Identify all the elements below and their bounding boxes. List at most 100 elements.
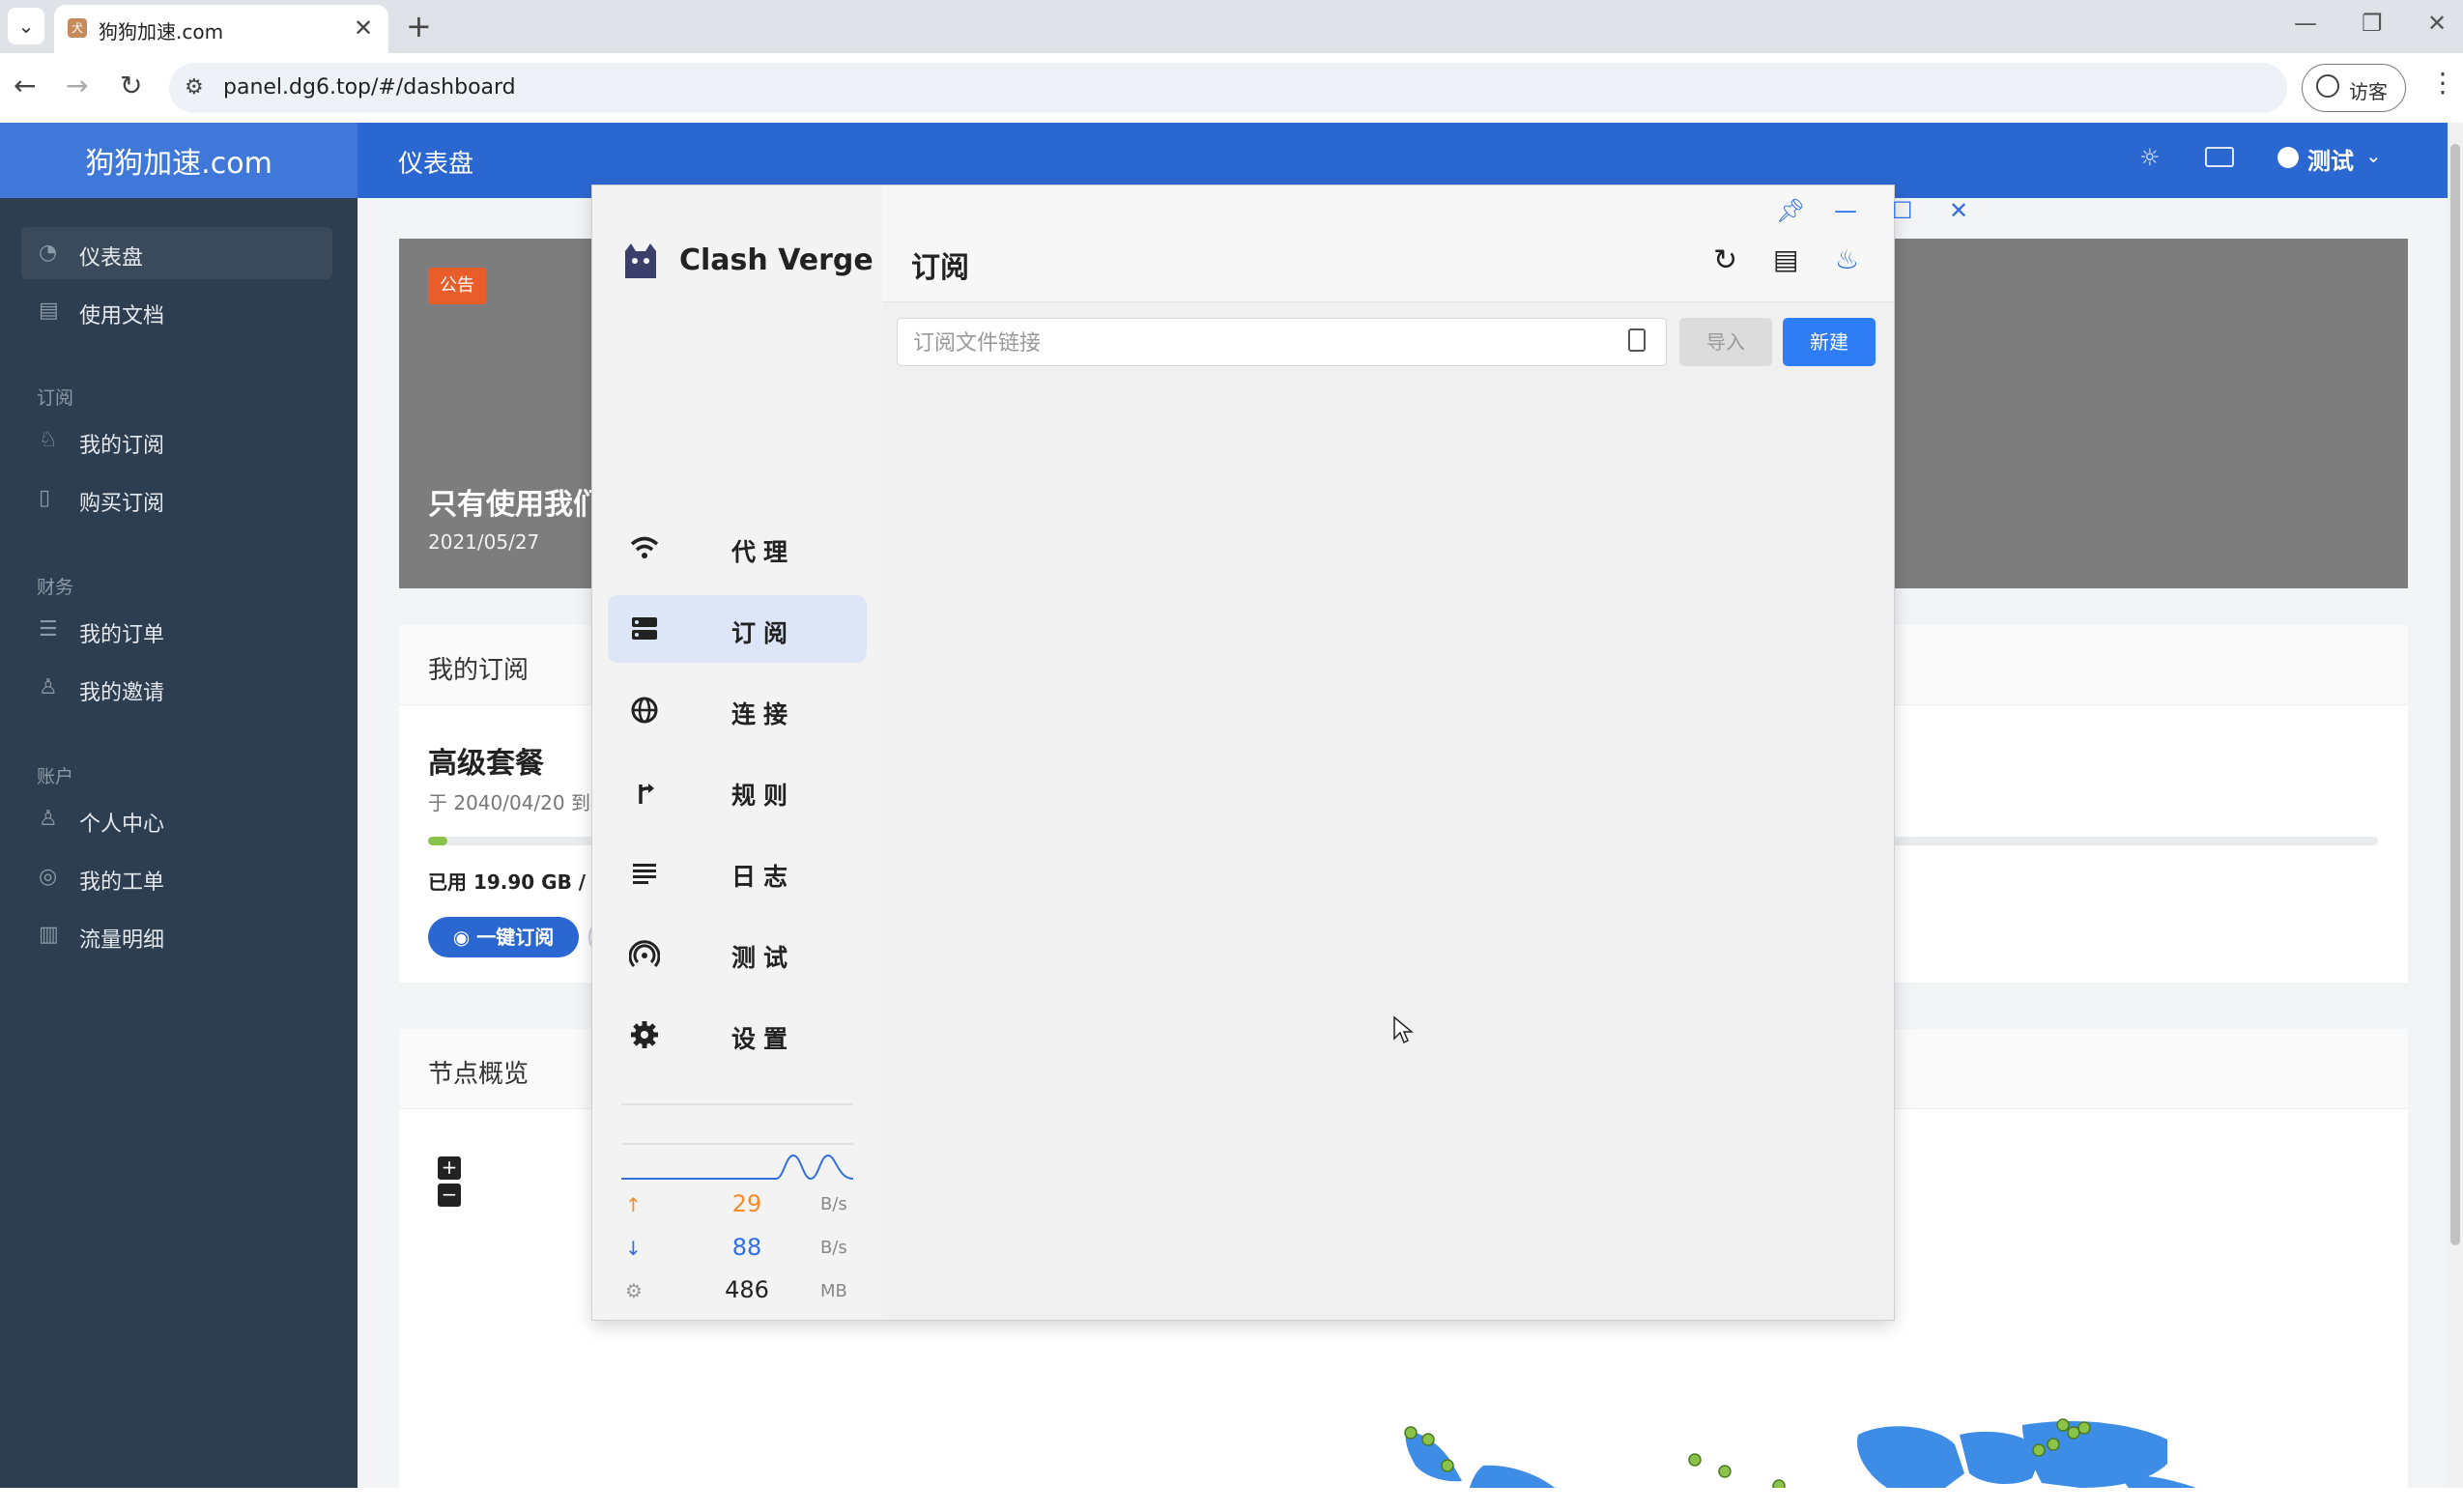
scrollbar-thumb[interactable] [2450, 144, 2460, 1245]
theme-toggle-icon[interactable]: ☼ [2139, 144, 2161, 171]
browser-menu-icon[interactable]: ⋮ [2429, 67, 2456, 99]
clash-nav-rules[interactable]: 规则 [608, 757, 867, 825]
minimize-icon[interactable]: — [1834, 197, 1857, 224]
clash-page-header: 📌︎ — ☐ ✕ 订阅 ↻ ▤ ♨ [882, 185, 1968, 302]
user-avatar-icon[interactable] [2277, 147, 2299, 168]
clipboard-icon: ▯ [39, 486, 51, 510]
mouse-cursor-icon [1393, 1015, 1414, 1044]
fire-icon[interactable]: ♨ [1835, 243, 1859, 275]
sidebar-item-label: 我的邀请 [79, 681, 165, 705]
clash-verge-window: Clash Verge 代理 订阅 连接 规则 日志 测试 设置 ↑ 29 B/… [592, 185, 1968, 1320]
site-info-icon[interactable]: ⚙ [185, 75, 204, 100]
one-click-subscribe-button[interactable]: ◉ 一键订阅 [428, 917, 579, 957]
chevron-down-icon[interactable]: ⌄ [2365, 144, 2382, 167]
page-title: 仪表盘 [398, 150, 474, 179]
nav-label: 测试 [731, 944, 796, 972]
sidebar-item-buy-subscription[interactable]: ▯ 购买订阅 [21, 472, 332, 525]
sidebar-item-my-subscription[interactable]: ♘ 我的订阅 [21, 414, 332, 467]
clash-nav-proxy[interactable]: 代理 [608, 514, 867, 582]
sidebar-divider [621, 1103, 853, 1105]
maximize-icon[interactable]: ☐ [1892, 197, 1913, 224]
back-icon[interactable]: ← [14, 70, 36, 101]
map-zoom-in-button[interactable]: + [438, 1156, 461, 1180]
notice-badge: 公告 [428, 268, 486, 304]
tab-close-icon[interactable]: ✕ [354, 14, 373, 42]
paste-clipboard-icon[interactable] [1628, 328, 1646, 352]
profile-icon [2316, 74, 2339, 98]
window-restore-icon[interactable]: ❐ [2362, 10, 2383, 37]
url-text[interactable]: panel.dg6.top/#/dashboard [223, 75, 516, 100]
nav-label: 日志 [731, 863, 796, 891]
sidebar-item-label: 我的工单 [79, 870, 165, 895]
nav-label: 订阅 [731, 619, 796, 647]
sidebar-item-my-orders[interactable]: ☰ 我的订单 [21, 604, 332, 656]
subscription-url-field[interactable] [911, 319, 1591, 367]
clash-nav-connections[interactable]: 连接 [608, 676, 867, 744]
refresh-icon[interactable]: ↻ [1713, 243, 1737, 277]
plan-expiry: 于 2040/04/20 到期 [428, 791, 610, 814]
sidebar-item-label: 购买订阅 [79, 492, 165, 516]
clash-nav-settings[interactable]: 设置 [608, 1001, 867, 1069]
user-menu[interactable]: 测试 [2307, 142, 2354, 176]
import-button[interactable]: 导入 [1679, 318, 1772, 366]
sidebar-item-my-invites[interactable]: ♙ 我的邀请 [21, 662, 332, 714]
page-title: 订阅 [911, 251, 969, 285]
brand-logo[interactable]: 狗狗加速.com [0, 123, 358, 198]
usage-progress-fill [428, 837, 447, 845]
tab-search-button[interactable]: ⌄ [8, 8, 44, 44]
subscription-url-input[interactable] [897, 318, 1667, 367]
memory-usage: 486 [725, 1276, 769, 1303]
forward-icon[interactable]: → [66, 70, 88, 101]
clash-content: 📌︎ — ☐ ✕ 订阅 ↻ ▤ ♨ 导入 新建 [882, 185, 1968, 1320]
download-speed: 88 [731, 1234, 762, 1261]
notice-date: 2021/05/27 [428, 530, 540, 554]
address-bar[interactable]: ⚙ panel.dg6.top/#/dashboard [169, 63, 2287, 113]
clash-nav-test[interactable]: 测试 [608, 920, 867, 987]
memory-icon: ⚙ [625, 1279, 643, 1302]
sidebar-item-label: 我的订阅 [79, 434, 165, 458]
clash-cat-logo-icon [625, 243, 656, 278]
card-title: 节点概览 [428, 1060, 530, 1089]
server-icon [632, 617, 657, 640]
sidebar-item-profile[interactable]: ♙ 个人中心 [21, 793, 332, 845]
close-icon[interactable]: ✕ [1949, 197, 1968, 224]
usage-text: 已用 19.90 GB / 总 [428, 870, 613, 894]
sidebar-group-subscription: 订阅 [37, 387, 74, 409]
clash-nav-logs[interactable]: 日志 [608, 839, 867, 906]
browser-tab[interactable]: 犬 狗狗加速.com ✕ [54, 5, 388, 53]
list-icon: ☰ [39, 617, 58, 642]
wifi-icon [630, 536, 659, 558]
pin-icon[interactable]: 📌︎ [1776, 197, 1805, 224]
upload-arrow-icon: ↑ [625, 1193, 642, 1216]
new-tab-button[interactable]: + [406, 8, 432, 44]
list-icon [633, 864, 656, 884]
sidebar-item-label: 个人中心 [79, 813, 165, 837]
plan-name: 高级套餐 [428, 747, 544, 781]
traffic-sparkline [621, 1143, 853, 1181]
site-favicon-icon: 犬 [68, 18, 87, 38]
reload-icon[interactable]: ↻ [120, 70, 142, 101]
brand-text: 狗狗加速.com [85, 147, 272, 181]
sidebar-item-tickets[interactable]: ◎ 我的工单 [21, 851, 332, 903]
language-icon[interactable] [2205, 147, 2234, 167]
sidebar-item-label: 使用文档 [79, 304, 165, 328]
download-unit: B/s [820, 1238, 847, 1258]
button-label: 一键订阅 [476, 926, 555, 949]
download-arrow-icon: ↓ [625, 1237, 642, 1260]
page-scrollbar[interactable] [2448, 123, 2463, 1488]
profile-button[interactable]: 访客 [2302, 64, 2406, 112]
document-icon[interactable]: ▤ [1773, 243, 1798, 275]
sidebar-item-docs[interactable]: ▤ 使用文档 [21, 285, 332, 337]
sidebar-group-account: 账户 [37, 766, 74, 787]
clash-nav-profiles[interactable]: 订阅 [608, 595, 867, 663]
site-sidebar: ◔ 仪表盘 ▤ 使用文档 订阅 ♘ 我的订阅 ▯ 购买订阅 财务 ☰ 我的订单 … [0, 198, 358, 1488]
new-profile-button[interactable]: 新建 [1783, 318, 1876, 366]
window-close-icon[interactable]: ✕ [2427, 10, 2447, 37]
map-zoom-out-button[interactable]: − [438, 1184, 461, 1207]
window-minimize-icon[interactable]: — [2294, 10, 2317, 37]
subscription-icon: ♘ [39, 428, 58, 452]
sidebar-item-traffic[interactable]: ▥ 流量明细 [21, 909, 332, 961]
sidebar-item-dashboard[interactable]: ◔ 仪表盘 [21, 227, 332, 279]
fork-icon [639, 784, 654, 804]
app-name: Clash Verge [679, 243, 874, 277]
